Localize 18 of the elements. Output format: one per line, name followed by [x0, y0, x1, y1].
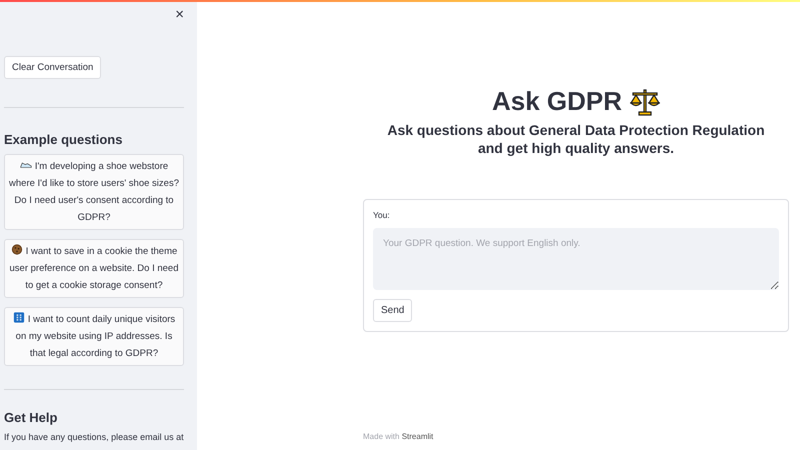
example-question-button[interactable]: I'm developing a shoe webstore where I'd like to store users' shoe sizes? Do I need user's consent according to GDPR? [4, 154, 184, 230]
send-button[interactable]: Send [373, 299, 412, 322]
example-question-button[interactable]: I want to save in a cookie the theme user preference on a website. Do I need to get a cookie storage consent? [4, 239, 184, 298]
section-heading: Example questions [4, 132, 124, 147]
example-question-button[interactable]: I want to count daily unique visitors on my website using IP addresses. Is that legal according to GDPR? [4, 307, 184, 366]
page-subtitle: Ask questions about General Data Protection Regulation and get high quality answers. [386, 121, 766, 157]
footer-text: Made with Streamlit [363, 432, 434, 441]
section-heading: Get Help [4, 410, 58, 425]
keypad-icon [12, 312, 25, 323]
field-label: You: [373, 210, 391, 220]
question-field[interactable]: Your GDPR question. We support English only. [373, 228, 779, 290]
cookie-icon [10, 244, 23, 255]
streamlit-link[interactable]: Streamlit [402, 432, 434, 441]
close-button[interactable]: × [171, 6, 188, 23]
page-title: Ask GDPR [492, 86, 622, 117]
clear-conversation-button[interactable]: Clear Conversation [4, 56, 102, 79]
scales-icon [630, 86, 660, 116]
help-text: If you have any questions, please email us at [4, 431, 184, 443]
